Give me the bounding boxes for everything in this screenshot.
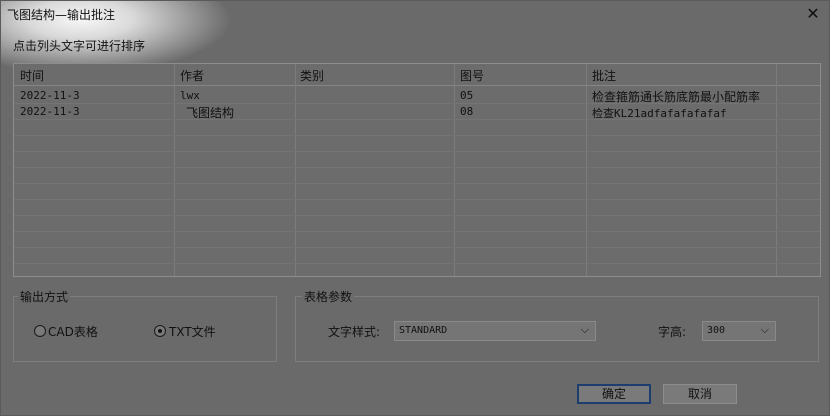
font-height-label: 字高:: [658, 325, 687, 339]
column-divider: [586, 64, 587, 276]
text-style-label: 文字样式:: [328, 325, 381, 339]
column-header-drawing-no[interactable]: 图号: [460, 67, 484, 84]
list-header: 时间 作者 类别 图号 批注: [14, 64, 820, 86]
column-header-category[interactable]: 类别: [300, 67, 324, 84]
row-divider: [14, 167, 820, 168]
chevron-down-icon: ⌵: [580, 323, 589, 336]
row-divider: [14, 135, 820, 136]
column-header-annotation[interactable]: 批注: [592, 67, 616, 84]
font-height-value: 300: [707, 325, 726, 336]
cell-drawing-no: 05: [460, 89, 474, 102]
chevron-down-icon: ⌵: [760, 323, 769, 336]
output-method-title: 输出方式: [18, 288, 71, 305]
row-divider: [14, 199, 820, 200]
column-divider: [295, 64, 296, 276]
cell-drawing-no: 08: [460, 105, 474, 118]
sort-hint: 点击列头文字可进行排序: [13, 39, 146, 53]
column-divider: [174, 64, 175, 276]
dialog-window: 飞图结构—输出批注 ✕ 点击列头文字可进行排序 时间 作者 类别 图号 批注 2…: [0, 0, 830, 416]
cell-author: lwx: [180, 89, 200, 102]
cell-time: 2022-11-3: [20, 89, 80, 102]
column-header-time[interactable]: 时间: [20, 67, 44, 84]
ok-button[interactable]: 确定: [577, 384, 651, 404]
row-divider: [14, 247, 820, 248]
row-divider: [14, 263, 820, 264]
cell-annotation: 检查箍筋通长筋底筋最小配筋率: [592, 90, 761, 104]
row-divider: [14, 151, 820, 152]
radio-cad-table-label[interactable]: CAD表格: [48, 323, 98, 340]
table-params-title: 表格参数: [302, 288, 355, 305]
row-divider: [14, 215, 820, 216]
radio-cad-table[interactable]: [34, 325, 46, 337]
row-divider: [14, 183, 820, 184]
annotation-list[interactable]: 时间 作者 类别 图号 批注 2022-11-3 lwx 05 检查箍筋通长筋底…: [13, 63, 821, 277]
radio-txt-file-label[interactable]: TXT文件: [169, 323, 216, 340]
close-icon[interactable]: ✕: [801, 3, 825, 25]
cancel-button[interactable]: 取消: [663, 384, 737, 404]
output-method-group: 输出方式 CAD表格 TXT文件: [13, 288, 277, 362]
row-divider: [14, 231, 820, 232]
title-bar: 飞图结构—输出批注 ✕: [1, 1, 830, 29]
text-style-select[interactable]: STANDARD ⌵: [394, 321, 596, 341]
cell-author: 飞图结构: [186, 106, 235, 120]
radio-txt-file[interactable]: [154, 325, 166, 337]
font-height-select[interactable]: 300 ⌵: [702, 321, 776, 341]
window-title: 飞图结构—输出批注: [7, 8, 116, 22]
column-divider: [454, 64, 455, 276]
cell-time: 2022-11-3: [20, 105, 80, 118]
table-params-group: 表格参数 文字样式: STANDARD ⌵ 字高: 300 ⌵: [295, 288, 819, 362]
column-divider: [776, 64, 777, 276]
cell-annotation: 检查KL21adfafafafafaf: [592, 107, 727, 120]
column-header-author[interactable]: 作者: [180, 67, 204, 84]
text-style-value: STANDARD: [399, 325, 448, 336]
